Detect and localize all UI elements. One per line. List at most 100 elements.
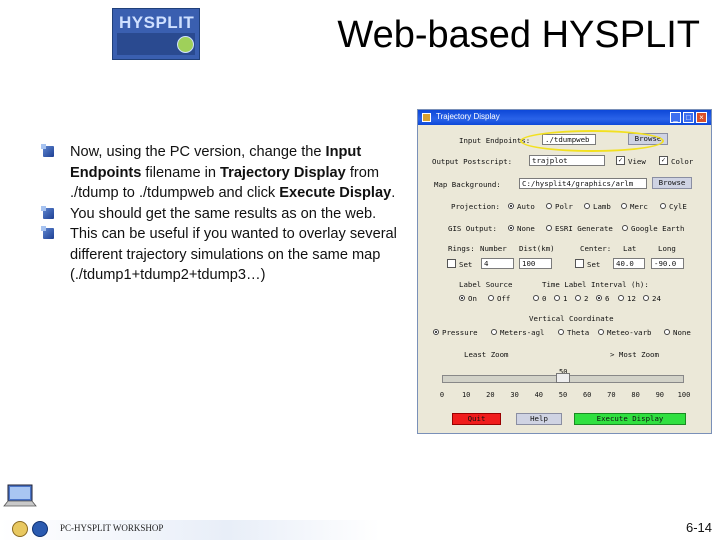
execute-display-button[interactable]: Execute Display — [574, 413, 686, 425]
time-interval-2-radio[interactable] — [575, 295, 581, 301]
bullet-icon — [41, 226, 54, 239]
vertical-option: Theta — [567, 328, 590, 337]
browse-map-button[interactable]: Browse — [652, 177, 692, 189]
vertical-theta-radio[interactable] — [558, 329, 564, 335]
logo-text: HYSPLIT — [119, 13, 195, 32]
zoom-slider-thumb[interactable] — [556, 373, 570, 383]
rings-dist-label: Dist(km) — [519, 244, 555, 253]
rings-set-checkbox[interactable] — [447, 259, 456, 268]
least-zoom-label: Least Zoom — [464, 350, 509, 359]
minimize-button[interactable]: _ — [670, 112, 681, 123]
footer-bar — [0, 520, 380, 540]
hysplit-logo: HYSPLIT — [112, 8, 200, 60]
projection-option-label: CylE — [669, 202, 687, 211]
doc-seal-icon — [12, 521, 28, 537]
projection-polr-radio[interactable] — [546, 203, 552, 209]
bullet-text: You should get the same results as on th… — [70, 205, 377, 222]
footer-text: PC-HYSPLIT WORKSHOP — [60, 523, 164, 533]
center-set-label: Set — [587, 260, 601, 269]
rings-number-label: Number — [480, 244, 507, 253]
vertical-pressure-radio[interactable] — [433, 329, 439, 335]
center-long-field[interactable]: -90.0 — [651, 258, 684, 269]
projection-label: Projection: — [451, 202, 500, 211]
dialog-titlebar[interactable]: Trajectory Display _ □ × — [418, 110, 711, 125]
center-lat-field[interactable]: 40.0 — [613, 258, 645, 269]
gis-none-radio[interactable] — [508, 225, 514, 231]
projection-merc-radio[interactable] — [621, 203, 627, 209]
vertical-option: Pressure — [442, 328, 478, 337]
bullet-text: Now, using the PC version, change the In… — [70, 144, 396, 201]
zoom-scale-label: 10 — [461, 391, 471, 399]
color-label: Color — [671, 157, 694, 166]
label-source-off-radio[interactable] — [488, 295, 494, 301]
projection-auto-radio[interactable] — [508, 203, 514, 209]
time-interval-24-radio[interactable] — [643, 295, 649, 301]
gis-google-earth-radio[interactable] — [622, 225, 628, 231]
vertical-option: None — [673, 328, 691, 337]
maximize-button[interactable]: □ — [683, 112, 694, 123]
rings-dist-field[interactable]: 100 — [519, 258, 552, 269]
page-number: 6-14 — [685, 520, 712, 535]
vertical-meteo-varb-radio[interactable] — [598, 329, 604, 335]
center-lat-label: Lat — [623, 244, 637, 253]
map-background-label: Map Background: — [434, 180, 501, 189]
quit-button[interactable]: Quit — [452, 413, 501, 425]
zoom-scale-label: 100 — [677, 391, 691, 399]
zoom-scale-label: 50 — [558, 391, 568, 399]
view-checkbox[interactable]: ✓ — [616, 156, 625, 165]
rings-number-field[interactable]: 4 — [481, 258, 514, 269]
zoom-scale-label: 20 — [486, 391, 495, 399]
projection-option-label: Lamb — [593, 202, 611, 211]
label-source-on-radio[interactable] — [459, 295, 465, 301]
view-label: View — [628, 157, 646, 166]
noaa-seal-icon — [32, 521, 48, 537]
gis-option-label: ESRI Generate — [555, 224, 613, 233]
time-interval-option: 12 — [627, 294, 636, 303]
center-set-checkbox[interactable] — [575, 259, 584, 268]
time-interval-label: Time Label Interval (h): — [542, 280, 649, 289]
gis-option-label: None — [517, 224, 535, 233]
center-long-label: Long — [658, 244, 676, 253]
trajectory-display-dialog: Trajectory Display _ □ × Input Endpoints… — [417, 109, 712, 434]
rings-set-label: Set — [459, 260, 473, 269]
time-interval-option: 2 — [584, 294, 589, 303]
center-label: Center: — [580, 244, 612, 253]
rings-label: Rings: — [448, 244, 475, 253]
label-source-option: Off — [497, 294, 511, 303]
bullet-item: You should get the same results as on th… — [40, 204, 400, 225]
bullet-icon — [41, 144, 54, 157]
projection-lamb-radio[interactable] — [584, 203, 590, 209]
vertical-meters-agl-radio[interactable] — [491, 329, 497, 335]
zoom-scale-label: 40 — [534, 391, 544, 399]
window-icon — [422, 113, 431, 122]
time-interval-option: 1 — [563, 294, 568, 303]
vertical-none-radio[interactable] — [664, 329, 670, 335]
zoom-scale-label: 60 — [582, 391, 592, 399]
projection-cyle-radio[interactable] — [660, 203, 666, 209]
vertical-option: Meteo-varb — [607, 328, 652, 337]
vertical-option: Meters-agl — [500, 328, 545, 337]
color-checkbox[interactable]: ✓ — [659, 156, 668, 165]
time-interval-option: 6 — [605, 294, 610, 303]
zoom-scale-label: 0 — [439, 391, 445, 399]
time-interval-1-radio[interactable] — [554, 295, 560, 301]
bullet-item: This can be useful if you wanted to over… — [40, 224, 400, 286]
projection-option-label: Merc — [630, 202, 648, 211]
map-background-field[interactable]: C:/hysplit4/graphics/arlm — [519, 178, 647, 189]
vertical-coordinate-label: Vertical Coordinate — [529, 314, 614, 323]
bullet-list: Now, using the PC version, change the In… — [40, 142, 400, 286]
time-interval-12-radio[interactable] — [618, 295, 624, 301]
time-interval-0-radio[interactable] — [533, 295, 539, 301]
close-button[interactable]: × — [696, 112, 707, 123]
output-postscript-field[interactable]: trajplot — [529, 155, 605, 166]
bullet-icon — [41, 205, 54, 219]
help-button[interactable]: Help — [516, 413, 562, 425]
most-zoom-label: > Most Zoom — [610, 350, 659, 359]
output-postscript-label: Output Postscript: — [432, 157, 513, 166]
gis-option-label: Google Earth — [631, 224, 685, 233]
zoom-scale-label: 30 — [510, 391, 519, 399]
gis-esri-radio[interactable] — [546, 225, 552, 231]
time-interval-option: 0 — [542, 294, 547, 303]
time-interval-6-radio[interactable] — [596, 295, 602, 301]
gis-output-label: GIS Output: — [448, 224, 497, 233]
